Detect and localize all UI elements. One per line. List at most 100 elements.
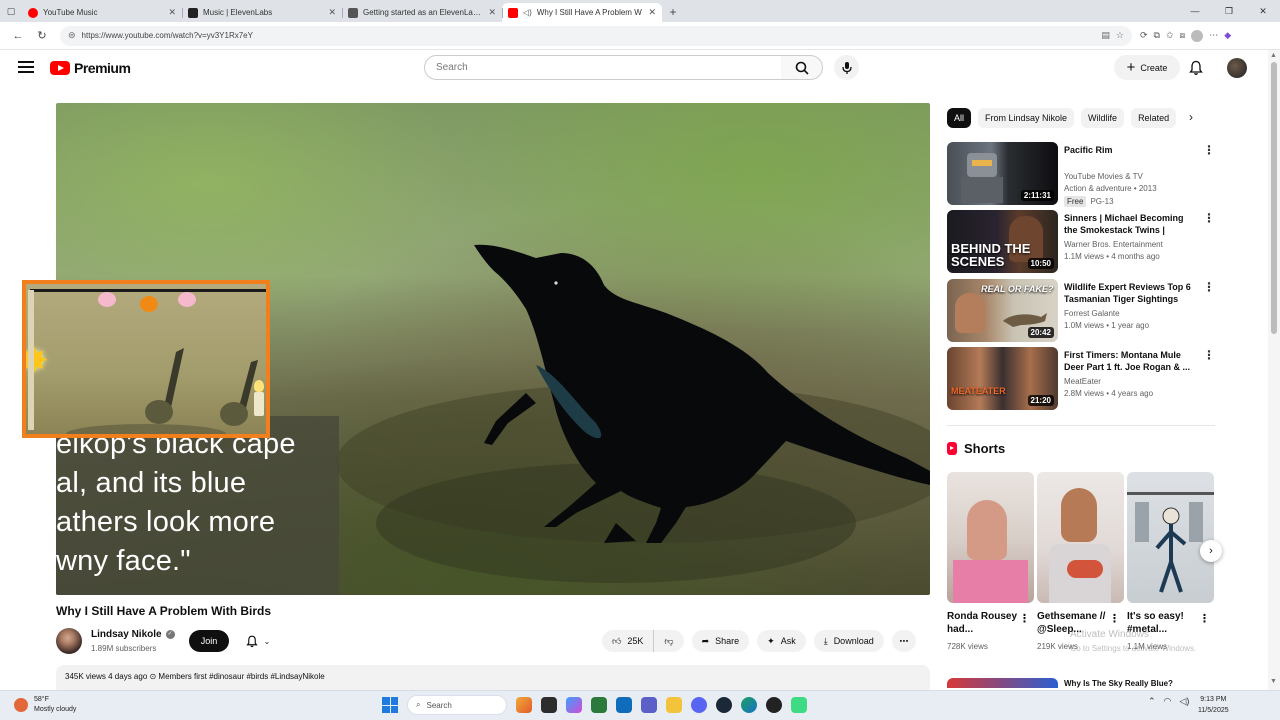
- more-options-icon[interactable]: ⋮: [1019, 612, 1030, 625]
- weather-widget[interactable]: 58°F Mostly cloudy: [14, 695, 76, 715]
- more-options-icon[interactable]: ⋮: [1203, 211, 1215, 225]
- chip-all[interactable]: All: [947, 108, 972, 128]
- collections-icon[interactable]: ⧈: [1180, 30, 1186, 41]
- channel-avatar[interactable]: [56, 628, 82, 654]
- extension-icon[interactable]: ⧉: [1154, 30, 1160, 41]
- more-options-icon[interactable]: ⋮: [1203, 143, 1215, 157]
- tab-close-icon[interactable]: ✕: [168, 7, 176, 18]
- more-actions-button[interactable]: ⋯: [891, 630, 916, 652]
- recommendation-item[interactable]: MEATEATER 21:20 First Timers: Montana Mu…: [947, 347, 1217, 411]
- speaker-icon[interactable]: ◁): [523, 8, 532, 17]
- close-window-icon[interactable]: ✕: [1246, 0, 1280, 22]
- calculator-icon[interactable]: [591, 697, 607, 713]
- chevron-right-icon[interactable]: ›: [1189, 110, 1193, 124]
- short-item[interactable]: It's so easy! #metal... ⋮ 1.1M views: [1127, 472, 1214, 651]
- more-options-icon[interactable]: ⋮: [1203, 348, 1215, 362]
- windows-start-icon[interactable]: [382, 697, 398, 713]
- tray-chevron-icon[interactable]: ⌃: [1148, 696, 1156, 707]
- favorites-icon[interactable]: ✩: [1166, 30, 1174, 41]
- channel-name[interactable]: Lindsay Nikole: [91, 629, 162, 640]
- tab-close-icon[interactable]: ✕: [648, 7, 656, 18]
- video-thumbnail[interactable]: [947, 678, 1058, 688]
- file-explorer-icon[interactable]: [666, 697, 682, 713]
- short-thumbnail[interactable]: [1037, 472, 1124, 603]
- copilot-icon[interactable]: ◆: [1224, 30, 1231, 41]
- recommendation-item[interactable]: BEHIND THE SCENES 10:50 Sinners | Michae…: [947, 210, 1217, 274]
- tab-elevenlabs-music[interactable]: Music | ElevenLabs ✕: [182, 3, 342, 22]
- short-thumbnail[interactable]: [947, 472, 1034, 603]
- video-thumbnail[interactable]: REAL OR FAKE? 20:42: [947, 279, 1058, 342]
- short-item[interactable]: Ronda Rousey had... ⋮ 728K views: [947, 472, 1034, 651]
- scroll-down-icon[interactable]: ▼: [1270, 678, 1277, 685]
- tab-actions-icon[interactable]: ▢: [0, 0, 22, 22]
- chip-wildlife[interactable]: Wildlife: [1081, 108, 1125, 128]
- search-button[interactable]: [781, 55, 823, 80]
- menu-hamburger-icon[interactable]: [18, 61, 34, 75]
- recommendation-title[interactable]: Sinners | Michael Becoming the Smokestac…: [1064, 212, 1194, 236]
- short-thumbnail[interactable]: [1127, 472, 1214, 603]
- taskbar-clock[interactable]: 9:13 PM 11/5/2025: [1198, 694, 1229, 716]
- short-title[interactable]: Ronda Rousey had...: [947, 610, 1019, 636]
- reload-icon[interactable]: ↻: [30, 29, 54, 42]
- scrollbar-thumb[interactable]: [1271, 62, 1277, 334]
- dislike-button[interactable]: 👎︎: [654, 630, 683, 652]
- copilot-app-icon[interactable]: [566, 697, 582, 713]
- outlook-icon[interactable]: [616, 697, 632, 713]
- recommendation-title[interactable]: Why Is The Sky Really Blue?: [1064, 679, 1173, 688]
- teams-icon[interactable]: [641, 697, 657, 713]
- ask-button[interactable]: ✦ Ask: [757, 630, 806, 652]
- video-thumbnail[interactable]: 2:11:31: [947, 142, 1058, 205]
- wifi-icon[interactable]: ◠: [1164, 696, 1172, 707]
- maximize-icon[interactable]: ❐: [1212, 0, 1246, 22]
- task-view-icon[interactable]: [516, 697, 532, 713]
- channel-name-row[interactable]: Lindsay Nikole ✓: [91, 629, 175, 640]
- join-button[interactable]: Join: [189, 630, 229, 652]
- recommendation-title[interactable]: Wildlife Expert Reviews Top 6 Tasmanian …: [1064, 281, 1194, 305]
- taskbar-search[interactable]: ⌕ Search: [407, 695, 507, 715]
- back-arrow-icon[interactable]: ←: [6, 30, 30, 42]
- tab-youtube-music[interactable]: YouTube Music ✕: [22, 3, 182, 22]
- notifications-bell-icon[interactable]: [1189, 60, 1203, 76]
- chip-from-channel[interactable]: From Lindsay Nikole: [978, 108, 1075, 128]
- like-button[interactable]: 👍︎ 25K: [602, 630, 655, 652]
- steam-icon[interactable]: [716, 697, 732, 713]
- more-options-icon[interactable]: ⋮: [1199, 612, 1210, 625]
- refresh-extension-icon[interactable]: ⟳: [1140, 30, 1148, 41]
- voice-search-button[interactable]: [834, 55, 859, 80]
- new-tab-button[interactable]: +: [662, 3, 684, 22]
- search-input[interactable]: Search: [424, 55, 782, 80]
- subscription-bell-button[interactable]: ⌄: [237, 630, 279, 652]
- tab-close-icon[interactable]: ✕: [328, 7, 336, 18]
- profile-avatar-icon[interactable]: [1191, 29, 1204, 42]
- favorite-star-icon[interactable]: ☆: [1116, 30, 1124, 41]
- discord-icon[interactable]: [691, 697, 707, 713]
- chip-related[interactable]: Related: [1131, 108, 1177, 128]
- xbox-icon[interactable]: [766, 697, 782, 713]
- reader-mode-icon[interactable]: ▤: [1101, 30, 1110, 41]
- scroll-up-icon[interactable]: ▲: [1270, 52, 1277, 59]
- share-button[interactable]: ➦ Share: [691, 630, 750, 652]
- more-options-icon[interactable]: ⋮: [1109, 612, 1120, 625]
- site-info-icon[interactable]: ⊜: [68, 30, 76, 41]
- video-thumbnail[interactable]: BEHIND THE SCENES 10:50: [947, 210, 1058, 273]
- youtube-premium-logo[interactable]: Premium: [50, 60, 131, 76]
- more-menu-icon[interactable]: ⋯: [1209, 30, 1218, 41]
- recommendation-item[interactable]: REAL OR FAKE? 20:42 Wildlife Expert Revi…: [947, 279, 1217, 343]
- page-scrollbar[interactable]: ▲ ▼: [1268, 50, 1280, 690]
- create-button[interactable]: + Create: [1114, 55, 1180, 80]
- recommendation-title[interactable]: First Timers: Montana Mule Deer Part 1 f…: [1064, 349, 1194, 373]
- recommendation-title[interactable]: Pacific Rim: [1064, 144, 1194, 156]
- recommendation-item[interactable]: 2:11:31 Pacific Rim YouTube Movies & TV …: [947, 142, 1217, 207]
- android-app-icon[interactable]: [791, 697, 807, 713]
- minimize-icon[interactable]: —: [1178, 0, 1212, 22]
- volume-icon[interactable]: ◁): [1179, 696, 1189, 707]
- edge-icon[interactable]: [741, 697, 757, 713]
- short-item[interactable]: Gethsemane // @Sleep... ⋮ 219K views: [1037, 472, 1124, 651]
- address-bar[interactable]: ⊜ https://www.youtube.com/watch?v=yv3Y1R…: [60, 25, 1132, 46]
- tab-close-icon[interactable]: ✕: [488, 7, 496, 18]
- user-avatar[interactable]: [1227, 58, 1247, 78]
- tab-youtube-video[interactable]: ◁) Why I Still Have A Problem W ✕: [502, 3, 662, 22]
- tab-elevenlabs-getting-started[interactable]: Getting started as an ElevenLabs A ✕: [342, 3, 502, 22]
- more-options-icon[interactable]: ⋮: [1203, 280, 1215, 294]
- download-button[interactable]: ⤓ Download: [813, 630, 884, 652]
